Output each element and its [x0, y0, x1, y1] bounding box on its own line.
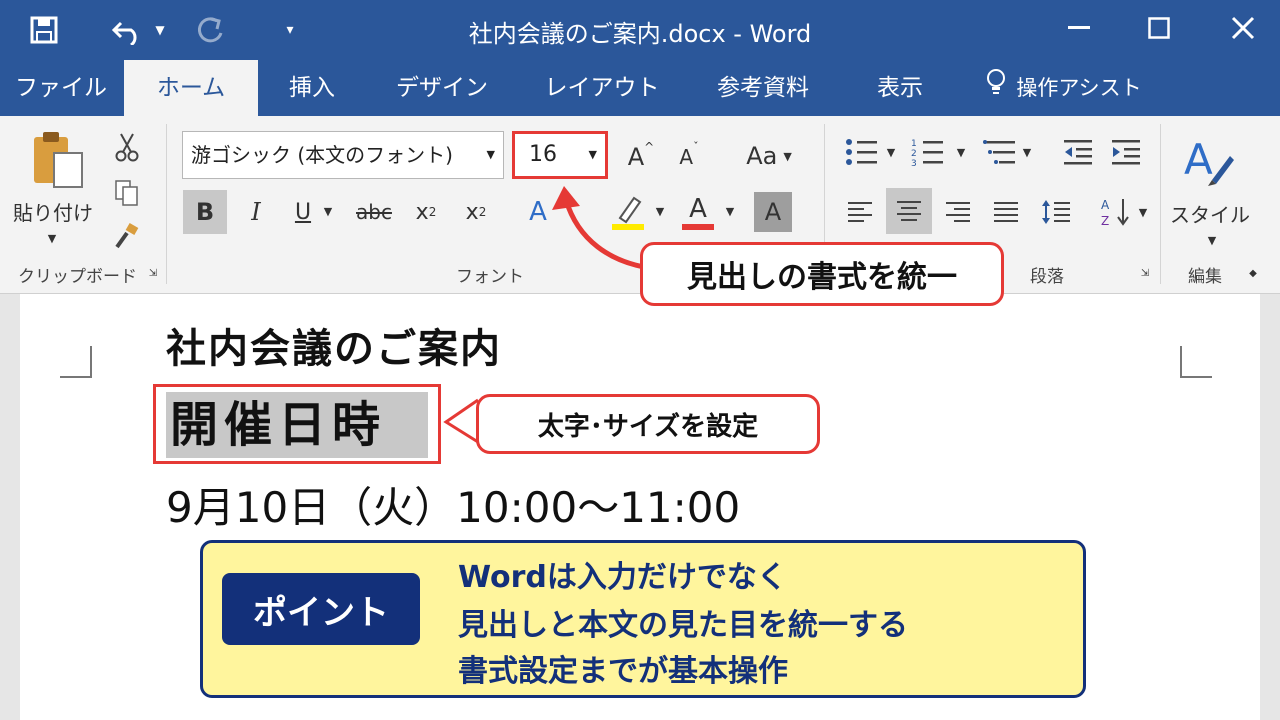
callout-format-unify: 見出しの書式を統一: [640, 242, 1004, 306]
point-line-2: 見出しと本文の見た目を統一する: [458, 608, 908, 643]
point-line-1: Wordは入力だけでなく: [458, 560, 787, 595]
callout-bold-size: 太字･サイズを設定: [476, 394, 820, 454]
point-label: ポイント: [222, 573, 420, 645]
point-line-3: 書式設定までが基本操作: [458, 654, 788, 689]
